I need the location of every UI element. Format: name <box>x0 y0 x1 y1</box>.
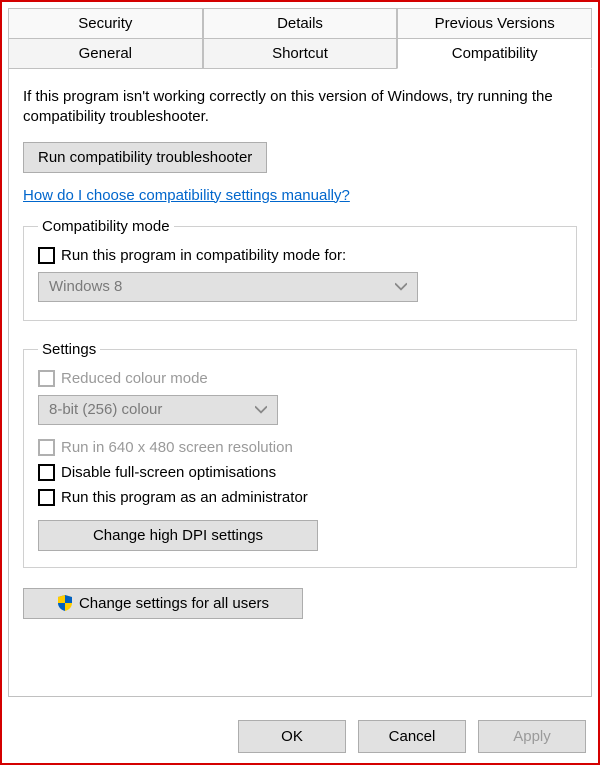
run-troubleshooter-button[interactable]: Run compatibility troubleshooter <box>23 142 267 173</box>
settings-group: Settings Reduced colour mode 8-bit (256)… <box>23 341 577 568</box>
lowres-label: Run in 640 x 480 screen resolution <box>61 439 293 456</box>
change-all-users-label: Change settings for all users <box>79 595 269 612</box>
compat-mode-checkbox[interactable] <box>38 247 55 264</box>
tab-compatibility[interactable]: Compatibility <box>397 38 592 69</box>
reduced-colour-label: Reduced colour mode <box>61 370 208 387</box>
reduced-colour-checkbox[interactable] <box>38 370 55 387</box>
colour-depth-dropdown[interactable]: 8-bit (256) colour <box>38 395 278 425</box>
tab-security[interactable]: Security <box>8 8 203 38</box>
compat-mode-label: Run this program in compatibility mode f… <box>61 247 346 264</box>
compatibility-panel: If this program isn't working correctly … <box>8 69 592 697</box>
tab-strip: Security Details Previous Versions Gener… <box>8 8 592 69</box>
compat-os-dropdown[interactable]: Windows 8 <box>38 272 418 302</box>
intro-text: If this program isn't working correctly … <box>23 87 563 128</box>
uac-shield-icon <box>57 595 73 611</box>
colour-depth-value: 8-bit (256) colour <box>49 401 162 418</box>
compatibility-mode-legend: Compatibility mode <box>38 218 174 235</box>
tab-previous-versions[interactable]: Previous Versions <box>397 8 592 38</box>
tab-general[interactable]: General <box>8 38 203 69</box>
disable-fullscreen-label: Disable full-screen optimisations <box>61 464 276 481</box>
dialog-footer: OK Cancel Apply <box>238 720 586 753</box>
chevron-down-icon <box>395 281 407 293</box>
help-link-compat-settings[interactable]: How do I choose compatibility settings m… <box>23 187 350 204</box>
properties-dialog: Security Details Previous Versions Gener… <box>0 0 600 765</box>
compat-os-value: Windows 8 <box>49 278 122 295</box>
run-as-admin-label: Run this program as an administrator <box>61 489 308 506</box>
settings-legend: Settings <box>38 341 100 358</box>
change-all-users-button[interactable]: Change settings for all users <box>23 588 303 619</box>
tab-details[interactable]: Details <box>203 8 398 38</box>
ok-button[interactable]: OK <box>238 720 346 753</box>
lowres-checkbox[interactable] <box>38 439 55 456</box>
tab-shortcut[interactable]: Shortcut <box>203 38 398 69</box>
change-dpi-button[interactable]: Change high DPI settings <box>38 520 318 551</box>
apply-button[interactable]: Apply <box>478 720 586 753</box>
chevron-down-icon <box>255 404 267 416</box>
run-as-admin-checkbox[interactable] <box>38 489 55 506</box>
disable-fullscreen-checkbox[interactable] <box>38 464 55 481</box>
cancel-button[interactable]: Cancel <box>358 720 466 753</box>
compatibility-mode-group: Compatibility mode Run this program in c… <box>23 218 577 321</box>
